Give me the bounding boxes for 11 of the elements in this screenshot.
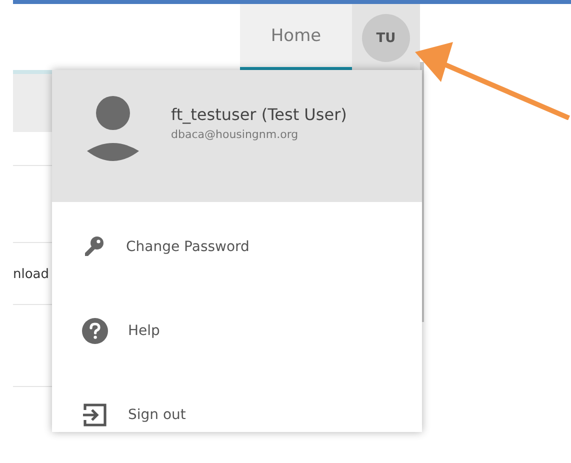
sign-out-item[interactable]: Sign out (52, 398, 422, 432)
sign-out-icon (82, 402, 108, 428)
help-item[interactable]: Help (52, 314, 422, 348)
home-tab[interactable]: Home (240, 4, 352, 70)
key-icon (82, 235, 106, 259)
help-icon (82, 318, 108, 344)
user-name: ft_testuser (Test User) (171, 105, 347, 124)
user-avatar-button[interactable]: TU (362, 14, 410, 62)
user-email: dbaca@housingnm.org (171, 128, 300, 141)
download-link[interactable]: nload (13, 267, 50, 282)
change-password-item[interactable]: Change Password (52, 230, 422, 264)
